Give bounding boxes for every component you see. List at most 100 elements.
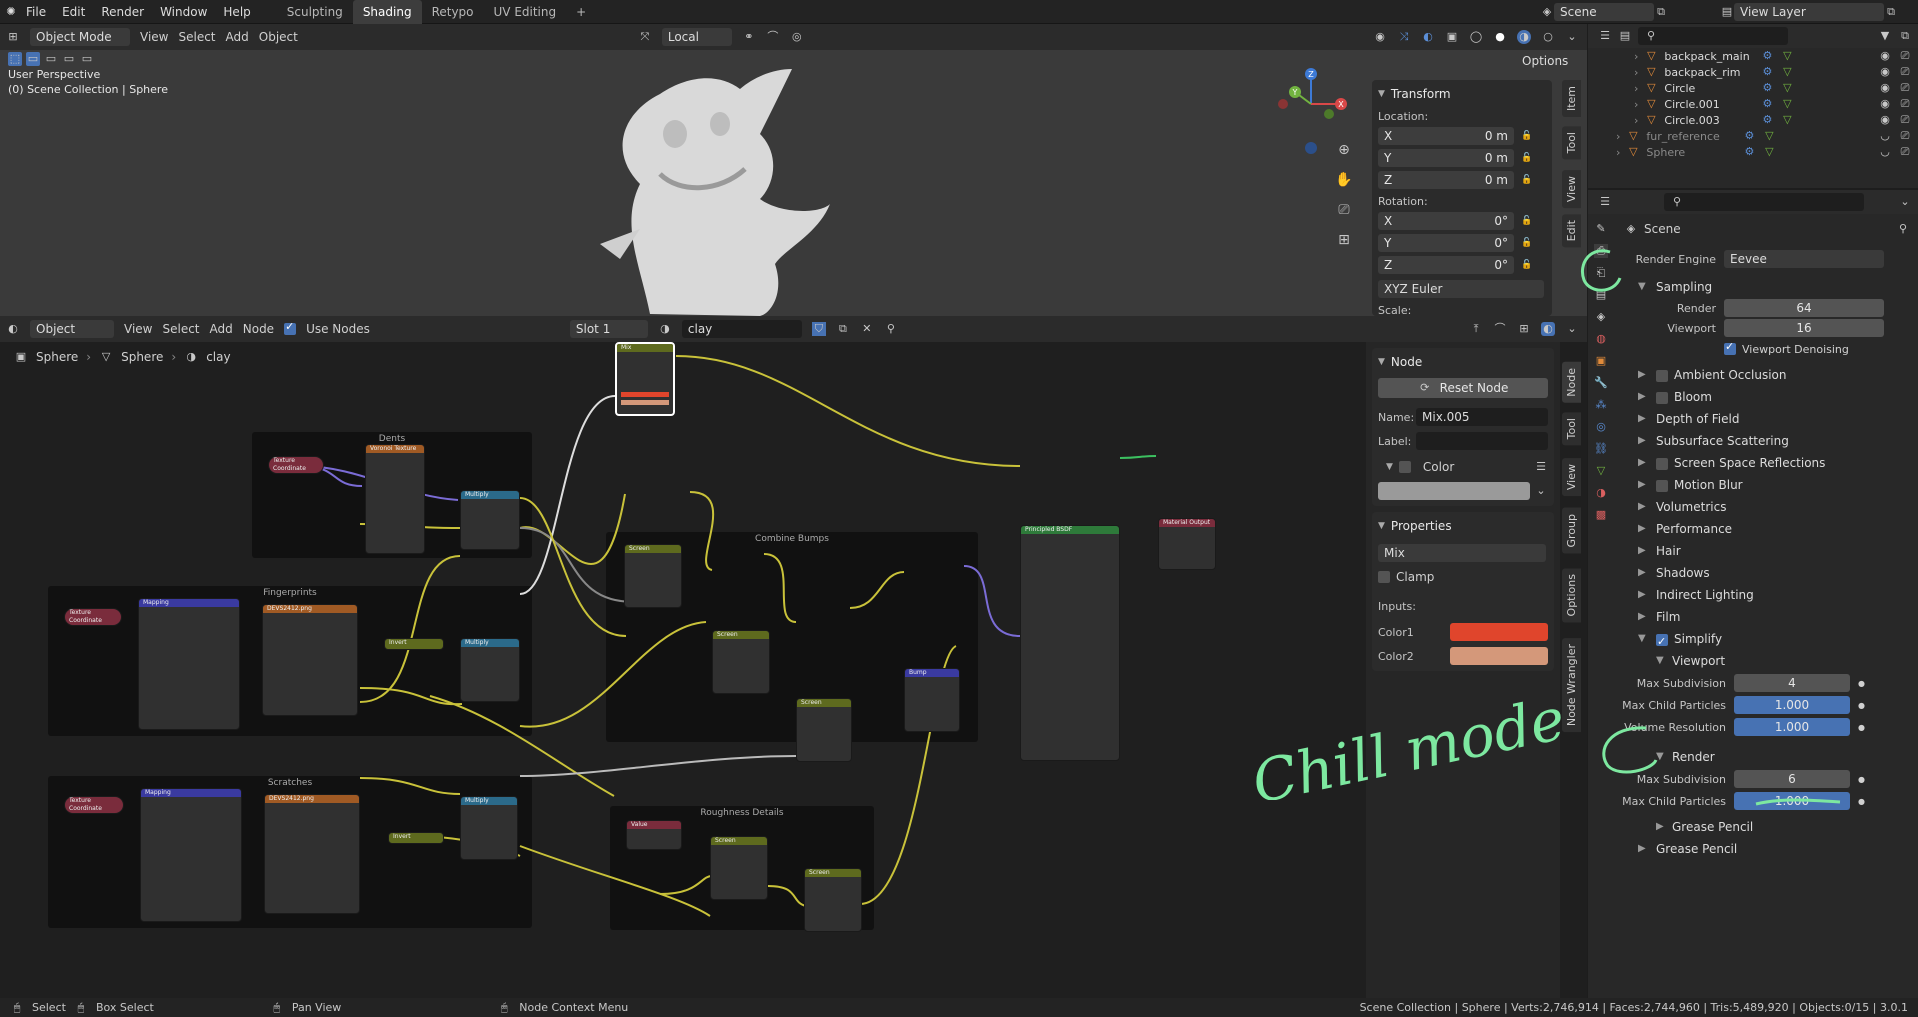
- properties-type-icon[interactable]: ☰: [1598, 195, 1612, 209]
- viewport-menu-view[interactable]: View: [140, 30, 168, 44]
- particles-tab-icon[interactable]: ⁂: [1594, 398, 1608, 412]
- node-screen-2[interactable]: Screen: [712, 630, 770, 694]
- outliner-item[interactable]: › ▽ Circle ⚙ ▽ ◉ ⎚: [1588, 80, 1918, 96]
- viewport-denoising-checkbox[interactable]: [1724, 340, 1736, 355]
- world-tab-icon[interactable]: ◍: [1594, 332, 1608, 346]
- render-samples-field[interactable]: 64: [1724, 299, 1884, 317]
- modifier-icon[interactable]: ⚙: [1760, 49, 1774, 63]
- rotation-mode-dropdown[interactable]: XYZ Euler: [1378, 280, 1544, 298]
- tab-sculpting[interactable]: Sculpting: [277, 0, 353, 24]
- node-overlay-options-icon[interactable]: ⌄: [1565, 322, 1579, 336]
- keyframe-dot-icon[interactable]: ●: [1858, 701, 1865, 710]
- zoom-icon[interactable]: ⊕: [1334, 140, 1354, 160]
- pin-context-icon[interactable]: ⚲: [1896, 222, 1910, 236]
- mesh-data-icon[interactable]: ▽: [1780, 65, 1794, 79]
- subsection-viewport[interactable]: ▼ Viewport: [1616, 650, 1918, 672]
- render-camera-icon[interactable]: ⎚: [1898, 145, 1912, 159]
- visibility-eye-icon[interactable]: ◉: [1878, 81, 1892, 95]
- pan-hand-icon[interactable]: ✋: [1334, 170, 1354, 190]
- node-multiply-sc[interactable]: Multiply: [460, 796, 518, 860]
- outliner-type-icon[interactable]: ☰: [1598, 29, 1612, 43]
- render-camera-icon[interactable]: ⎚: [1898, 81, 1912, 95]
- visibility-eye-icon[interactable]: ◡: [1878, 145, 1892, 159]
- node-invert-sc[interactable]: Invert: [388, 832, 444, 844]
- modifier-icon[interactable]: ⚙: [1760, 81, 1774, 95]
- node-image-sc[interactable]: DEVS2412.png: [264, 794, 360, 914]
- snap-icon[interactable]: ⌒: [766, 30, 780, 44]
- section-performance[interactable]: ▶ Performance: [1616, 518, 1918, 540]
- render-camera-icon[interactable]: ⎚: [1898, 113, 1912, 127]
- section-grease-pencil[interactable]: ▶ Grease Pencil: [1616, 838, 1918, 860]
- node-bump[interactable]: Bump: [904, 668, 960, 732]
- tab-item[interactable]: Item: [1562, 80, 1581, 118]
- grid-view-icon[interactable]: ⊞: [1334, 230, 1354, 250]
- wireframe-shading-icon[interactable]: ◯: [1469, 30, 1483, 44]
- node-image-fp[interactable]: DEVS2412.png: [262, 604, 358, 716]
- subsection-grease-pencil[interactable]: ▶ Grease Pencil: [1616, 816, 1918, 838]
- modifier-icon[interactable]: ⚙: [1760, 97, 1774, 111]
- visibility-eye-icon[interactable]: ◡: [1878, 129, 1892, 143]
- snap-node-icon[interactable]: ⌒: [1493, 322, 1507, 336]
- viewport-menu-add[interactable]: Add: [226, 30, 249, 44]
- outliner-item[interactable]: › ▽ Circle.001 ⚙ ▽ ◉ ⎚: [1588, 96, 1918, 112]
- section-shadows[interactable]: ▶ Shadows: [1616, 562, 1918, 584]
- max-child-vp-field[interactable]: 1.000: [1734, 696, 1850, 714]
- camera-icon[interactable]: ⎚: [1334, 200, 1354, 220]
- section-checkbox[interactable]: [1656, 391, 1668, 404]
- overlay-toggle-icon[interactable]: ◐: [1421, 30, 1435, 44]
- tab-shading[interactable]: Shading: [352, 0, 422, 24]
- gizmo-toggle-icon[interactable]: ⤨: [1397, 30, 1411, 44]
- expand-icon[interactable]: ›: [1634, 66, 1638, 79]
- modifier-icon[interactable]: ⚙: [1760, 113, 1774, 127]
- menu-help[interactable]: Help: [215, 0, 258, 24]
- tab-view[interactable]: View: [1562, 170, 1581, 209]
- lock-icon[interactable]: 🔓: [1520, 236, 1534, 250]
- options-dropdown[interactable]: Options: [1516, 52, 1578, 70]
- tab-node-tool[interactable]: Tool: [1562, 412, 1581, 446]
- tab-options[interactable]: Options: [1562, 568, 1581, 623]
- color1-swatch[interactable]: [1450, 623, 1548, 641]
- view-layer-field[interactable]: View Layer: [1734, 3, 1884, 21]
- lock-icon[interactable]: 🔓: [1520, 173, 1534, 187]
- select-subtract-icon[interactable]: ▭: [62, 52, 76, 66]
- tab-node[interactable]: Node: [1562, 362, 1581, 403]
- viewport-menu-object[interactable]: Object: [259, 30, 298, 44]
- node-label-field[interactable]: [1416, 432, 1548, 450]
- tab-retypo[interactable]: Retypo: [422, 0, 484, 24]
- menu-edit[interactable]: Edit: [54, 0, 93, 24]
- object-mode-dropdown[interactable]: Object Mode: [30, 28, 130, 46]
- max-subdiv-r-field[interactable]: 6: [1734, 770, 1850, 788]
- rotation-z-field[interactable]: Z 0°: [1378, 256, 1514, 274]
- node-color-swatch[interactable]: [1378, 482, 1530, 500]
- mesh-data-icon[interactable]: ▽: [1780, 113, 1794, 127]
- render-engine-dropdown[interactable]: Eevee: [1724, 250, 1884, 268]
- node-color-checkbox[interactable]: [1398, 461, 1411, 473]
- object-tab-icon[interactable]: ▣: [1594, 354, 1608, 368]
- section-checkbox[interactable]: [1656, 457, 1668, 470]
- expand-icon[interactable]: ›: [1634, 114, 1638, 127]
- outliner-item[interactable]: › ▽ backpack_rim ⚙ ▽ ◉ ⎚: [1588, 64, 1918, 80]
- select-new-icon[interactable]: ▭: [26, 52, 40, 66]
- solid-shading-icon[interactable]: ●: [1493, 30, 1507, 44]
- node-voronoi[interactable]: Voronoi Texture: [365, 444, 425, 554]
- viewport-menu-select[interactable]: Select: [178, 30, 215, 44]
- blender-logo-icon[interactable]: ✺: [4, 5, 18, 19]
- xray-icon[interactable]: ▣: [1445, 30, 1459, 44]
- max-subdiv-vp-field[interactable]: 4: [1734, 674, 1850, 692]
- modifier-icon[interactable]: ⚙: [1742, 129, 1756, 143]
- section-depth-of-field[interactable]: ▶ Depth of Field: [1616, 408, 1918, 430]
- menu-file[interactable]: File: [18, 0, 54, 24]
- data-tab-icon[interactable]: ▽: [1594, 464, 1608, 478]
- parent-node-tree-icon[interactable]: ⤒: [1469, 322, 1483, 336]
- node-multiply-dents[interactable]: Multiply: [460, 490, 520, 550]
- location-z-field[interactable]: Z 0 m: [1378, 171, 1514, 189]
- node-screen-4[interactable]: Screen: [710, 836, 768, 900]
- viewport-samples-field[interactable]: 16: [1724, 319, 1884, 337]
- new-view-layer-icon[interactable]: ⧉: [1884, 5, 1898, 19]
- mesh-data-icon[interactable]: ▽: [1762, 145, 1776, 159]
- volume-res-field[interactable]: 1.000: [1734, 718, 1850, 736]
- properties-search[interactable]: ⚲: [1664, 193, 1864, 211]
- new-collection-icon[interactable]: ⧉: [1898, 29, 1912, 43]
- sculpt-model[interactable]: [580, 64, 900, 316]
- section-motion-blur[interactable]: ▶ Motion Blur: [1616, 474, 1918, 496]
